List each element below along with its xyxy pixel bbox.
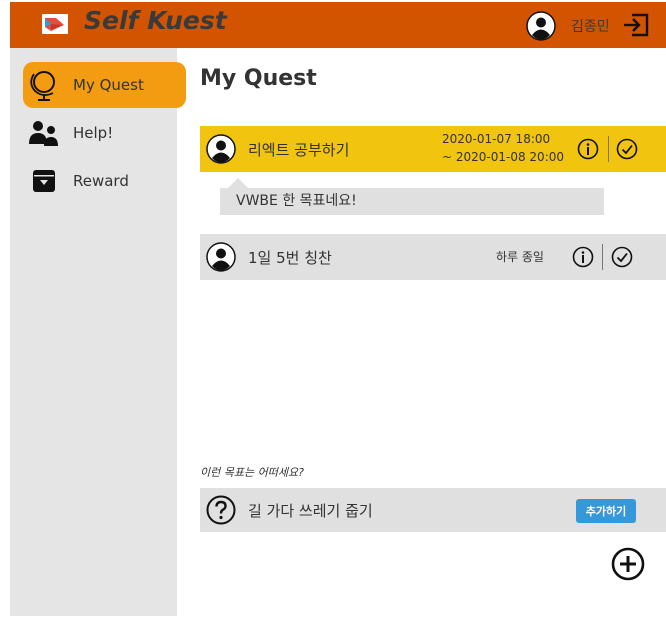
- sidebar: My Quest Help! Reward: [10, 48, 186, 616]
- suggestion-heading: 이런 목표는 어떠세요?: [200, 466, 304, 479]
- quest-frequency: 하루 종일: [496, 250, 544, 264]
- question-icon: [206, 495, 236, 525]
- logo-icon[interactable]: [42, 14, 68, 34]
- logout-icon[interactable]: [622, 12, 650, 38]
- sidebar-item-my-quest[interactable]: My Quest: [23, 62, 186, 108]
- quest-row[interactable]: 1일 5번 칭찬 하루 종일: [200, 234, 666, 280]
- users-icon: [27, 116, 61, 150]
- info-icon[interactable]: [572, 246, 594, 268]
- user-name: 김종민: [571, 19, 610, 35]
- user-avatar-icon[interactable]: [526, 11, 556, 41]
- divider: [602, 244, 603, 270]
- quest-title: 1일 5번 칭찬: [248, 248, 332, 267]
- comment-arrow: [228, 178, 248, 188]
- sidebar-item-label: Help!: [73, 124, 114, 142]
- suggestion-title: 길 가다 쓰레기 줍기: [248, 501, 373, 520]
- app-frame: Self Kuest 김종민 My Quest Help! Reward My …: [10, 2, 666, 616]
- quest-dates: 2020-01-07 18:00 ~ 2020-01-08 20:00: [442, 130, 564, 166]
- globe-icon: [27, 68, 61, 102]
- app-title[interactable]: Self Kuest: [84, 6, 227, 35]
- sidebar-item-help[interactable]: Help!: [23, 110, 186, 156]
- sidebar-item-label: My Quest: [73, 76, 144, 94]
- avatar-icon: [206, 242, 236, 272]
- check-icon[interactable]: [616, 138, 638, 160]
- quest-title: 리엑트 공부하기: [248, 140, 350, 159]
- divider: [608, 136, 609, 162]
- page-title: My Quest: [200, 66, 317, 91]
- quest-date-end: ~ 2020-01-08 20:00: [442, 150, 565, 164]
- quest-comment: VWBE 한 목표네요!: [220, 188, 604, 215]
- quest-row[interactable]: 리엑트 공부하기 2020-01-07 18:00 ~ 2020-01-08 2…: [200, 126, 666, 172]
- add-quest-button[interactable]: 추가하기: [576, 499, 636, 523]
- check-icon[interactable]: [611, 246, 633, 268]
- add-circle-icon[interactable]: [611, 547, 645, 581]
- sidebar-item-reward[interactable]: Reward: [23, 158, 186, 204]
- avatar-icon: [206, 134, 236, 164]
- suggestion-row: 길 가다 쓰레기 줍기 추가하기: [200, 488, 666, 532]
- info-icon[interactable]: [577, 138, 599, 160]
- quest-date-start: 2020-01-07 18:00: [442, 132, 551, 146]
- header: Self Kuest 김종민: [10, 2, 666, 48]
- archive-icon: [27, 164, 61, 198]
- sidebar-item-label: Reward: [73, 172, 129, 190]
